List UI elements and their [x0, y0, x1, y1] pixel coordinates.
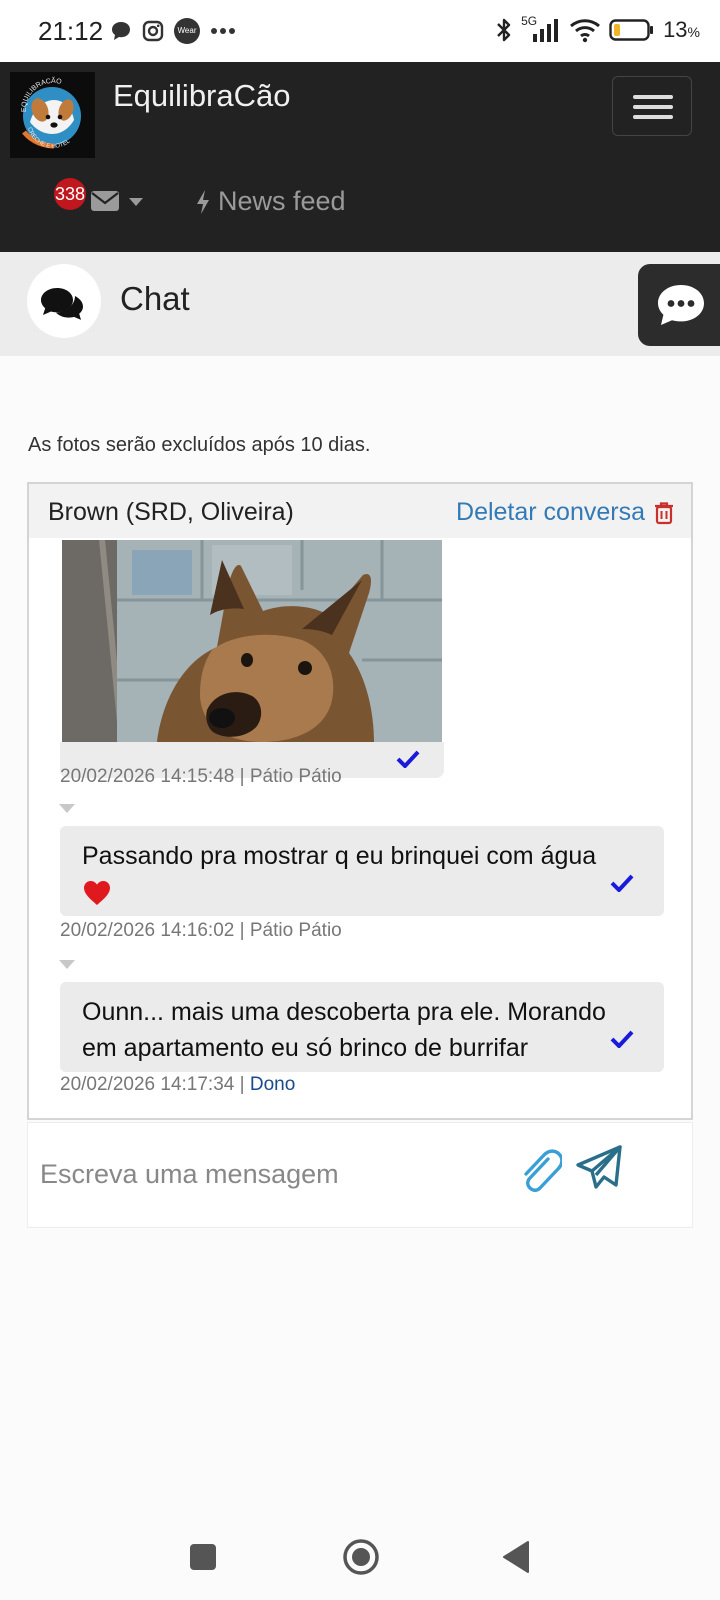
- status-time: 21:12: [38, 16, 104, 46]
- delete-conversation-label: Deletar conversa: [456, 498, 645, 526]
- read-check-icon: [396, 750, 420, 768]
- menu-toggle-button[interactable]: [612, 76, 692, 136]
- messages-dropdown[interactable]: 338: [54, 178, 144, 212]
- delete-conversation-button[interactable]: Deletar conversa: [456, 498, 675, 527]
- message-bubble[interactable]: Passando pra mostrar q eu brinquei com á…: [60, 826, 664, 916]
- messages-count-badge: 338: [54, 178, 86, 210]
- chat-toggle-button[interactable]: [638, 264, 720, 346]
- message-text: Ounn... mais uma descoberta pra ele. Mor…: [82, 998, 606, 1062]
- wear-icon: Wear: [174, 18, 200, 44]
- send-icon[interactable]: [576, 1143, 624, 1193]
- conversation-name: Brown (SRD, Oliveira): [48, 498, 294, 526]
- hamburger-line: [633, 115, 673, 119]
- top-navbar: EQUILIBRACÃO CRECHE E HOTEL EquilibraCão…: [0, 62, 720, 252]
- recent-apps-button[interactable]: [190, 1544, 216, 1570]
- message-text: Passando pra mostrar q eu brinquei com á…: [82, 838, 622, 910]
- instagram-icon: [142, 20, 164, 42]
- news-feed-label: News feed: [218, 186, 346, 216]
- message-input[interactable]: [40, 1149, 500, 1199]
- message-options-caret[interactable]: [59, 960, 75, 969]
- wifi-icon: [570, 19, 601, 43]
- message-photo[interactable]: [62, 540, 442, 742]
- conversation-panel[interactable]: Brown (SRD, Oliveira) Deletar conversa 2…: [27, 482, 693, 1120]
- chat-header: Chat: [0, 252, 720, 356]
- notification-icons: Wear: [110, 18, 236, 44]
- battery-icon: [609, 19, 654, 41]
- comments-icon: [41, 288, 83, 320]
- paperclip-icon[interactable]: [518, 1145, 562, 1195]
- brand-name[interactable]: EquilibraCão: [113, 78, 291, 114]
- news-feed-link[interactable]: News feed: [196, 186, 346, 217]
- read-check-icon: [610, 1030, 634, 1048]
- message-options-caret[interactable]: [59, 804, 75, 813]
- read-check-icon: [610, 874, 634, 892]
- message-composer: [27, 1122, 693, 1228]
- comment-dots-icon: [658, 285, 704, 325]
- message-meta: 20/02/2026 14:15:48 | Pátio Pátio: [60, 766, 342, 787]
- more-dots-icon: [211, 28, 235, 34]
- signal-5g-icon: 5G: [521, 14, 561, 44]
- heart-emoji-icon: [84, 881, 110, 906]
- bluetooth-icon: [497, 18, 511, 42]
- battery-percent: 13%: [663, 17, 700, 42]
- page-title: Chat: [120, 280, 190, 317]
- conversation-header: Brown (SRD, Oliveira) Deletar conversa: [29, 484, 691, 538]
- brand-logo[interactable]: EQUILIBRACÃO CRECHE E HOTEL: [10, 72, 95, 158]
- message-bubble[interactable]: Ounn... mais uma descoberta pra ele. Mor…: [60, 982, 664, 1072]
- system-icons: 5G 13%: [495, 14, 700, 44]
- message-meta: 20/02/2026 14:16:02 | Pátio Pátio: [60, 920, 342, 941]
- bolt-icon: [197, 189, 209, 214]
- trash-icon: [655, 501, 673, 524]
- author-role: Dono: [249, 1074, 296, 1095]
- system-navigation-bar: [0, 1500, 720, 1600]
- hamburger-line: [633, 95, 673, 99]
- chat-header-icon-circle: [27, 264, 101, 338]
- message-meta: 20/02/2026 14:17:34 | Dono: [60, 1074, 296, 1095]
- photo-retention-notice: As fotos serão excluídos após 10 dias.: [28, 434, 371, 456]
- back-button[interactable]: [502, 1540, 530, 1574]
- status-bar: 21:12 Wear 5G 13%: [0, 0, 720, 64]
- chat-bubble-icon: [112, 22, 130, 40]
- caret-down-icon: [129, 198, 143, 206]
- envelope-icon: [91, 191, 119, 211]
- home-button[interactable]: [342, 1538, 380, 1576]
- hamburger-line: [633, 105, 673, 109]
